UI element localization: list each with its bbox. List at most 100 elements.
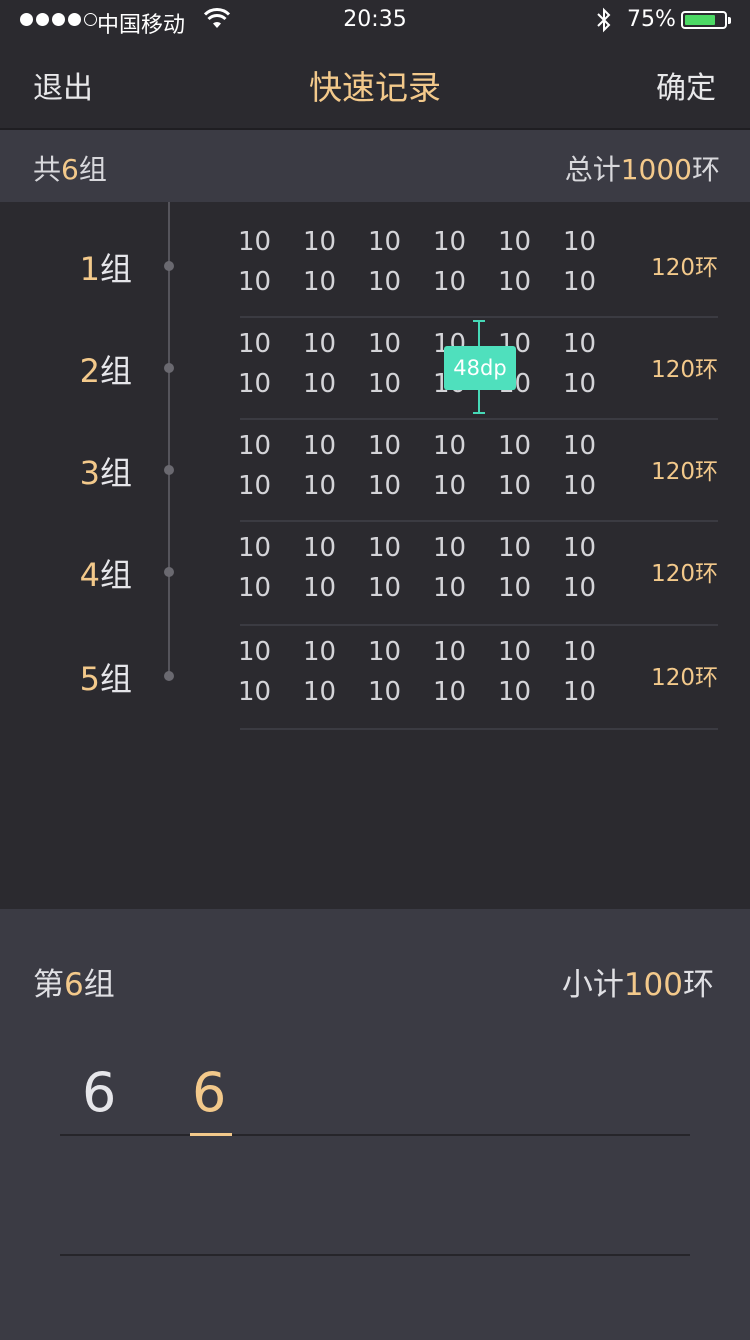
battery-icon	[681, 11, 731, 29]
score-cell: 10	[238, 471, 272, 501]
score-grid: 101010101010 101010101010	[236, 533, 626, 613]
timeline-dot	[164, 465, 174, 475]
score-cell: 10	[563, 227, 597, 257]
group-number: 5	[79, 660, 100, 698]
timeline-dot	[164, 671, 174, 681]
score-cell: 10	[303, 677, 337, 707]
group-count-value: 6	[61, 153, 79, 186]
score-cell: 10	[303, 431, 337, 461]
group-total: 120环	[651, 459, 718, 485]
score-cell: 10	[498, 431, 532, 461]
group-total: 120环	[651, 665, 718, 691]
entry-row-divider	[60, 1254, 690, 1256]
group-label: 3组	[60, 448, 132, 494]
score-cell: 10	[433, 637, 467, 667]
score-cell: 10	[433, 267, 467, 297]
score-cell: 10	[498, 573, 532, 603]
group-list: 1组 10 10 10 10 10 10 10 10 10 10 10 10 120环 2组 10 1…	[0, 202, 750, 909]
group-number: 3	[79, 454, 100, 492]
group-number: 1	[79, 250, 100, 288]
measure-cap-top	[473, 320, 485, 322]
grand-total-suffix: 环	[691, 153, 720, 186]
score-cell: 10	[238, 369, 272, 399]
active-entry-cursor	[190, 1133, 232, 1136]
subtotal-prefix: 小计	[561, 967, 624, 1003]
group-label: 5组	[60, 654, 132, 700]
score-cell: 10	[368, 677, 402, 707]
group-suffix: 组	[99, 454, 132, 492]
confirm-button[interactable]: 确定	[656, 63, 716, 107]
score-cell: 10	[303, 369, 337, 399]
grand-total-prefix: 总计	[564, 153, 621, 186]
score-cell: 10	[433, 431, 467, 461]
score-grid: 101010101010 101010101010	[236, 329, 626, 409]
score-grid: 101010101010 101010101010	[236, 431, 626, 511]
nav-bar: 退出 快速记录 确定	[0, 40, 750, 130]
score-cell: 10	[368, 573, 402, 603]
score-cell: 10	[368, 227, 402, 257]
score-cell: 10	[303, 533, 337, 563]
battery-percent: 75%	[627, 7, 676, 32]
timeline-dot	[164, 363, 174, 373]
score-cell: 10	[368, 471, 402, 501]
page-title: 快速记录	[309, 68, 441, 107]
score-cell: 10	[498, 533, 532, 563]
score-entry-active[interactable]: 6	[192, 1061, 226, 1124]
timeline-dot	[164, 261, 174, 271]
score-cell: 10	[563, 369, 597, 399]
score-cell: 10	[303, 573, 337, 603]
grand-total-value: 1000	[620, 153, 692, 186]
score-cell: 10	[238, 431, 272, 461]
score-cell: 10	[238, 267, 272, 297]
group-suffix: 组	[99, 556, 132, 594]
current-group-number: 6	[64, 967, 84, 1003]
score-cell: 10	[368, 431, 402, 461]
group-row[interactable]: 1组 10 10 10 10 10 10 10 10 10 10 10 10 120环	[0, 215, 750, 317]
status-bar: 中国移动 20:35 75%	[0, 0, 750, 40]
group-label: 4组	[60, 550, 132, 596]
group-total: 120环	[651, 357, 718, 383]
subtotal-suffix: 环	[683, 967, 714, 1003]
subtotal-value: 100	[623, 967, 683, 1003]
score-grid: 101010101010 101010101010	[236, 637, 626, 717]
score-cell: 10	[433, 533, 467, 563]
entry-row-divider	[60, 1134, 690, 1136]
score-cell: 10	[238, 329, 272, 359]
score-cell: 10	[498, 227, 532, 257]
subtotal: 小计100环	[562, 959, 714, 1004]
score-cell: 10	[368, 369, 402, 399]
group-count-suffix: 组	[78, 153, 107, 186]
score-cell: 10	[563, 573, 597, 603]
group-row[interactable]: 3组 10 10 10 10 10 10 10 10 10 10 10 10 120环	[0, 419, 750, 521]
group-number: 2	[79, 352, 100, 390]
group-count-prefix: 共	[33, 153, 62, 186]
group-label: 1组	[60, 244, 132, 290]
score-cell: 10	[433, 573, 467, 603]
score-cell: 10	[498, 677, 532, 707]
group-row[interactable]: 4组 10 10 10 10 10 10 10 10 10 10 10 10 120环	[0, 521, 750, 623]
score-cell: 10	[433, 227, 467, 257]
score-cell: 10	[498, 267, 532, 297]
score-grid: 101010101010 101010101010	[236, 227, 626, 307]
score-entry[interactable]: 6	[82, 1061, 116, 1124]
score-cell: 10	[563, 267, 597, 297]
score-cell: 10	[303, 329, 337, 359]
timeline-dot	[164, 567, 174, 577]
group-row[interactable]: 2组 101010101010 101010101010 120环	[0, 317, 750, 419]
score-cell: 10	[563, 471, 597, 501]
current-group-label: 第6组	[33, 959, 115, 1004]
measure-label: 48dp	[444, 346, 516, 390]
score-cell: 10	[368, 533, 402, 563]
group-suffix: 组	[99, 660, 132, 698]
score-cell: 10	[368, 267, 402, 297]
score-cell: 10	[563, 637, 597, 667]
group-row[interactable]: 5组 10 10 10 10 10 10 10 10 10 10 10 10 120环	[0, 625, 750, 727]
measure-cap-bottom	[473, 412, 485, 414]
score-cell: 10	[563, 329, 597, 359]
score-cell: 10	[303, 471, 337, 501]
score-cell: 10	[368, 637, 402, 667]
current-group-suffix: 组	[83, 967, 115, 1003]
group-total: 120环	[651, 561, 718, 587]
score-cell: 10	[303, 637, 337, 667]
score-cell: 10	[563, 533, 597, 563]
